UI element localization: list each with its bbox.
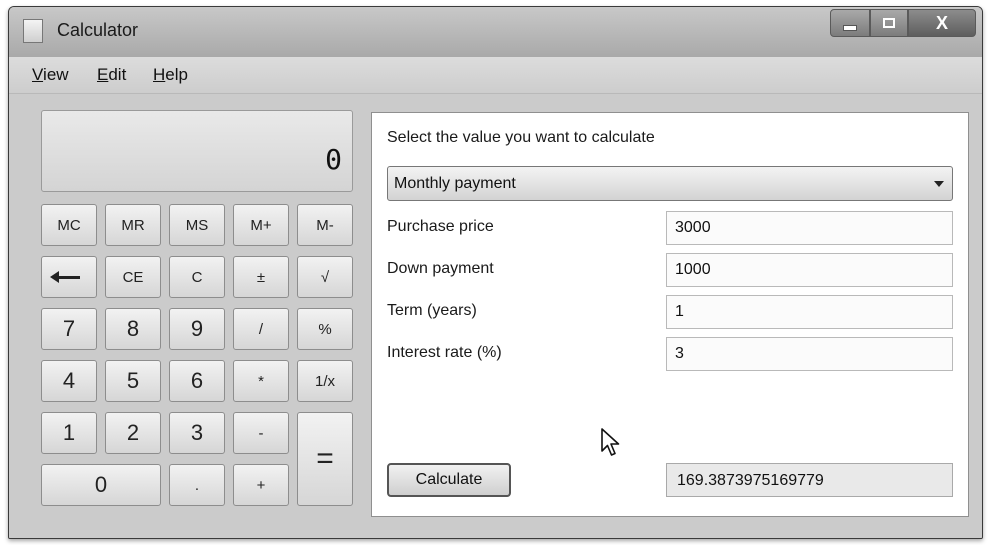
plus-minus-button[interactable]: ± xyxy=(233,256,289,298)
mortgage-worksheet-panel: Select the value you want to calculate M… xyxy=(371,112,969,517)
decimal-button[interactable]: . xyxy=(169,464,225,506)
calculator-window: Calculator X View Edit Help 0 MC MR MS M… xyxy=(8,6,983,539)
maximize-button[interactable] xyxy=(870,9,908,37)
result-field: 169.3873975169779 xyxy=(666,463,953,497)
backspace-button[interactable] xyxy=(41,256,97,298)
calculator-display: 0 xyxy=(41,110,353,192)
multiply-button[interactable]: * xyxy=(233,360,289,402)
clear-button[interactable]: C xyxy=(169,256,225,298)
add-button[interactable]: + xyxy=(233,464,289,506)
maximize-icon xyxy=(883,18,895,28)
m-plus-button[interactable]: M+ xyxy=(233,204,289,246)
selected-mode: Monthly payment xyxy=(394,175,516,192)
purchase-price-label: Purchase price xyxy=(387,218,494,235)
digit-6-button[interactable]: 6 xyxy=(169,360,225,402)
menu-view[interactable]: View xyxy=(32,65,69,85)
ce-button[interactable]: CE xyxy=(105,256,161,298)
chevron-down-icon xyxy=(934,181,944,187)
close-icon: X xyxy=(935,12,948,33)
digit-4-button[interactable]: 4 xyxy=(41,360,97,402)
window-controls: X xyxy=(830,9,976,39)
divide-button[interactable]: / xyxy=(233,308,289,350)
display-value: 0 xyxy=(325,143,342,176)
interest-rate-label: Interest rate (%) xyxy=(387,344,502,361)
percent-button[interactable]: % xyxy=(297,308,353,350)
digit-8-button[interactable]: 8 xyxy=(105,308,161,350)
ms-button[interactable]: MS xyxy=(169,204,225,246)
subtract-button[interactable]: - xyxy=(233,412,289,454)
digit-0-button[interactable]: 0 xyxy=(41,464,161,506)
interest-rate-input[interactable] xyxy=(666,337,953,371)
menu-help[interactable]: Help xyxy=(153,65,188,85)
mc-button[interactable]: MC xyxy=(41,204,97,246)
calculation-mode-select[interactable]: Monthly payment xyxy=(387,166,953,201)
menu-edit[interactable]: Edit xyxy=(97,65,126,85)
digit-9-button[interactable]: 9 xyxy=(169,308,225,350)
purchase-price-input[interactable] xyxy=(666,211,953,245)
m-minus-button[interactable]: M- xyxy=(297,204,353,246)
result-value: 169.3873975169779 xyxy=(677,472,824,489)
sqrt-button[interactable]: √ xyxy=(297,256,353,298)
reciprocal-button[interactable]: 1/x xyxy=(297,360,353,402)
down-payment-label: Down payment xyxy=(387,260,494,277)
minimize-icon xyxy=(843,25,857,31)
calculator-body: 0 MC MR MS M+ M- CE C ± √ 7 8 9 / % 4 5 … xyxy=(9,94,982,538)
close-button[interactable]: X xyxy=(908,9,976,37)
term-years-label: Term (years) xyxy=(387,302,477,319)
worksheet-prompt: Select the value you want to calculate xyxy=(387,129,655,146)
equals-button[interactable]: = xyxy=(297,412,353,506)
backspace-arrow-icon xyxy=(50,270,80,283)
mr-button[interactable]: MR xyxy=(105,204,161,246)
down-payment-input[interactable] xyxy=(666,253,953,287)
minimize-button[interactable] xyxy=(830,9,870,37)
title-bar[interactable]: Calculator X xyxy=(9,7,982,57)
term-years-input[interactable] xyxy=(666,295,953,329)
mouse-pointer-icon xyxy=(601,428,620,456)
digit-2-button[interactable]: 2 xyxy=(105,412,161,454)
digit-3-button[interactable]: 3 xyxy=(169,412,225,454)
digit-1-button[interactable]: 1 xyxy=(41,412,97,454)
digit-5-button[interactable]: 5 xyxy=(105,360,161,402)
digit-7-button[interactable]: 7 xyxy=(41,308,97,350)
menu-bar: View Edit Help xyxy=(9,57,982,94)
calculator-app-icon xyxy=(23,19,43,43)
window-title: Calculator xyxy=(57,20,139,40)
calculate-button[interactable]: Calculate xyxy=(387,463,511,497)
